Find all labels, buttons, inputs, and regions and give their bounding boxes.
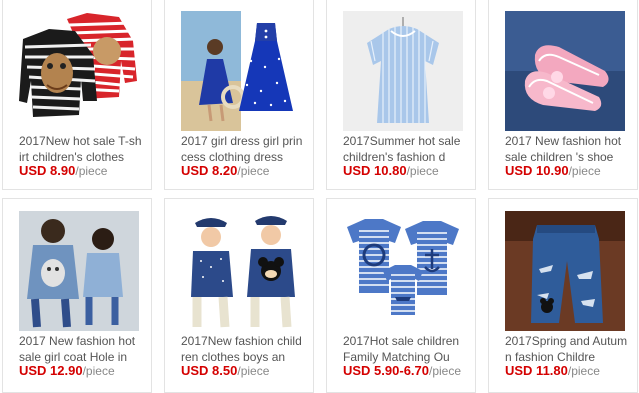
product-title[interactable]: 2017New hot sale T-shirt children's clot…: [19, 133, 143, 165]
product-price: USD 10.90/piece: [505, 163, 629, 179]
price-amount: USD 8.20: [181, 163, 238, 178]
price-unit: /piece: [406, 164, 439, 178]
price-amount: USD 12.90: [19, 363, 83, 378]
product-card[interactable]: 2017New hot sale T-shirt children's clot…: [2, 0, 152, 190]
product-price: USD 8.90/piece: [19, 163, 143, 179]
denim-coat-image[interactable]: [19, 211, 139, 331]
price-unit: /piece: [237, 164, 270, 178]
price-amount: USD 8.90: [19, 163, 76, 178]
product-title[interactable]: 2017New fashion children clothes boys an: [181, 333, 305, 365]
product-title[interactable]: 2017 girl dress girl princess clothing d…: [181, 133, 305, 165]
product-card[interactable]: 2017Spring and Autumn fashion Childre US…: [488, 198, 638, 393]
price-amount: USD 10.90: [505, 163, 569, 178]
product-card[interactable]: 2017 New fashion hot sale girl coat Hole…: [2, 198, 152, 393]
product-title[interactable]: 2017 New fashion hot sale children 's sh…: [505, 133, 629, 165]
product-price: USD 8.20/piece: [181, 163, 305, 179]
product-grid: 2017New hot sale T-shirt children's clot…: [0, 0, 639, 393]
product-price: USD 8.50/piece: [181, 363, 305, 379]
price-unit: /piece: [237, 364, 270, 378]
price-amount: USD 5.90-6.70: [343, 363, 429, 378]
pink-shoes-image[interactable]: [505, 11, 625, 131]
price-amount: USD 10.80: [343, 163, 407, 178]
price-unit: /piece: [82, 364, 115, 378]
blue-dress-image[interactable]: [181, 11, 301, 131]
product-title[interactable]: 2017Hot sale children Family Matching Ou: [343, 333, 467, 365]
product-title[interactable]: 2017Spring and Autumn fashion Childre: [505, 333, 629, 365]
price-unit: /piece: [567, 364, 600, 378]
price-amount: USD 11.80: [505, 363, 568, 378]
product-price: USD 5.90-6.70/piece: [343, 363, 467, 379]
product-card[interactable]: 2017 New fashion hot sale children 's sh…: [488, 0, 638, 190]
striped-blouse-image[interactable]: [343, 11, 463, 131]
ripped-jeans-image[interactable]: [505, 211, 625, 331]
product-card[interactable]: 2017Summer hot sale children's fashion d…: [326, 0, 476, 190]
price-amount: USD 8.50: [181, 363, 238, 378]
price-unit: /piece: [429, 364, 462, 378]
product-title[interactable]: 2017Summer hot sale children's fashion d: [343, 133, 467, 165]
boys-shirt-image[interactable]: [181, 211, 301, 331]
price-unit: /piece: [75, 164, 108, 178]
product-card[interactable]: 2017New fashion children clothes boys an…: [164, 198, 314, 393]
product-price: USD 11.80/piece: [505, 363, 629, 379]
price-unit: /piece: [568, 164, 601, 178]
striped-sweater-image[interactable]: [19, 11, 139, 131]
product-price: USD 12.90/piece: [19, 363, 143, 379]
product-price: USD 10.80/piece: [343, 163, 467, 179]
product-card[interactable]: 2017 girl dress girl princess clothing d…: [164, 0, 314, 190]
product-card[interactable]: 2017Hot sale children Family Matching Ou…: [326, 198, 476, 393]
family-tshirts-image[interactable]: [343, 211, 463, 331]
product-title[interactable]: 2017 New fashion hot sale girl coat Hole…: [19, 333, 143, 365]
